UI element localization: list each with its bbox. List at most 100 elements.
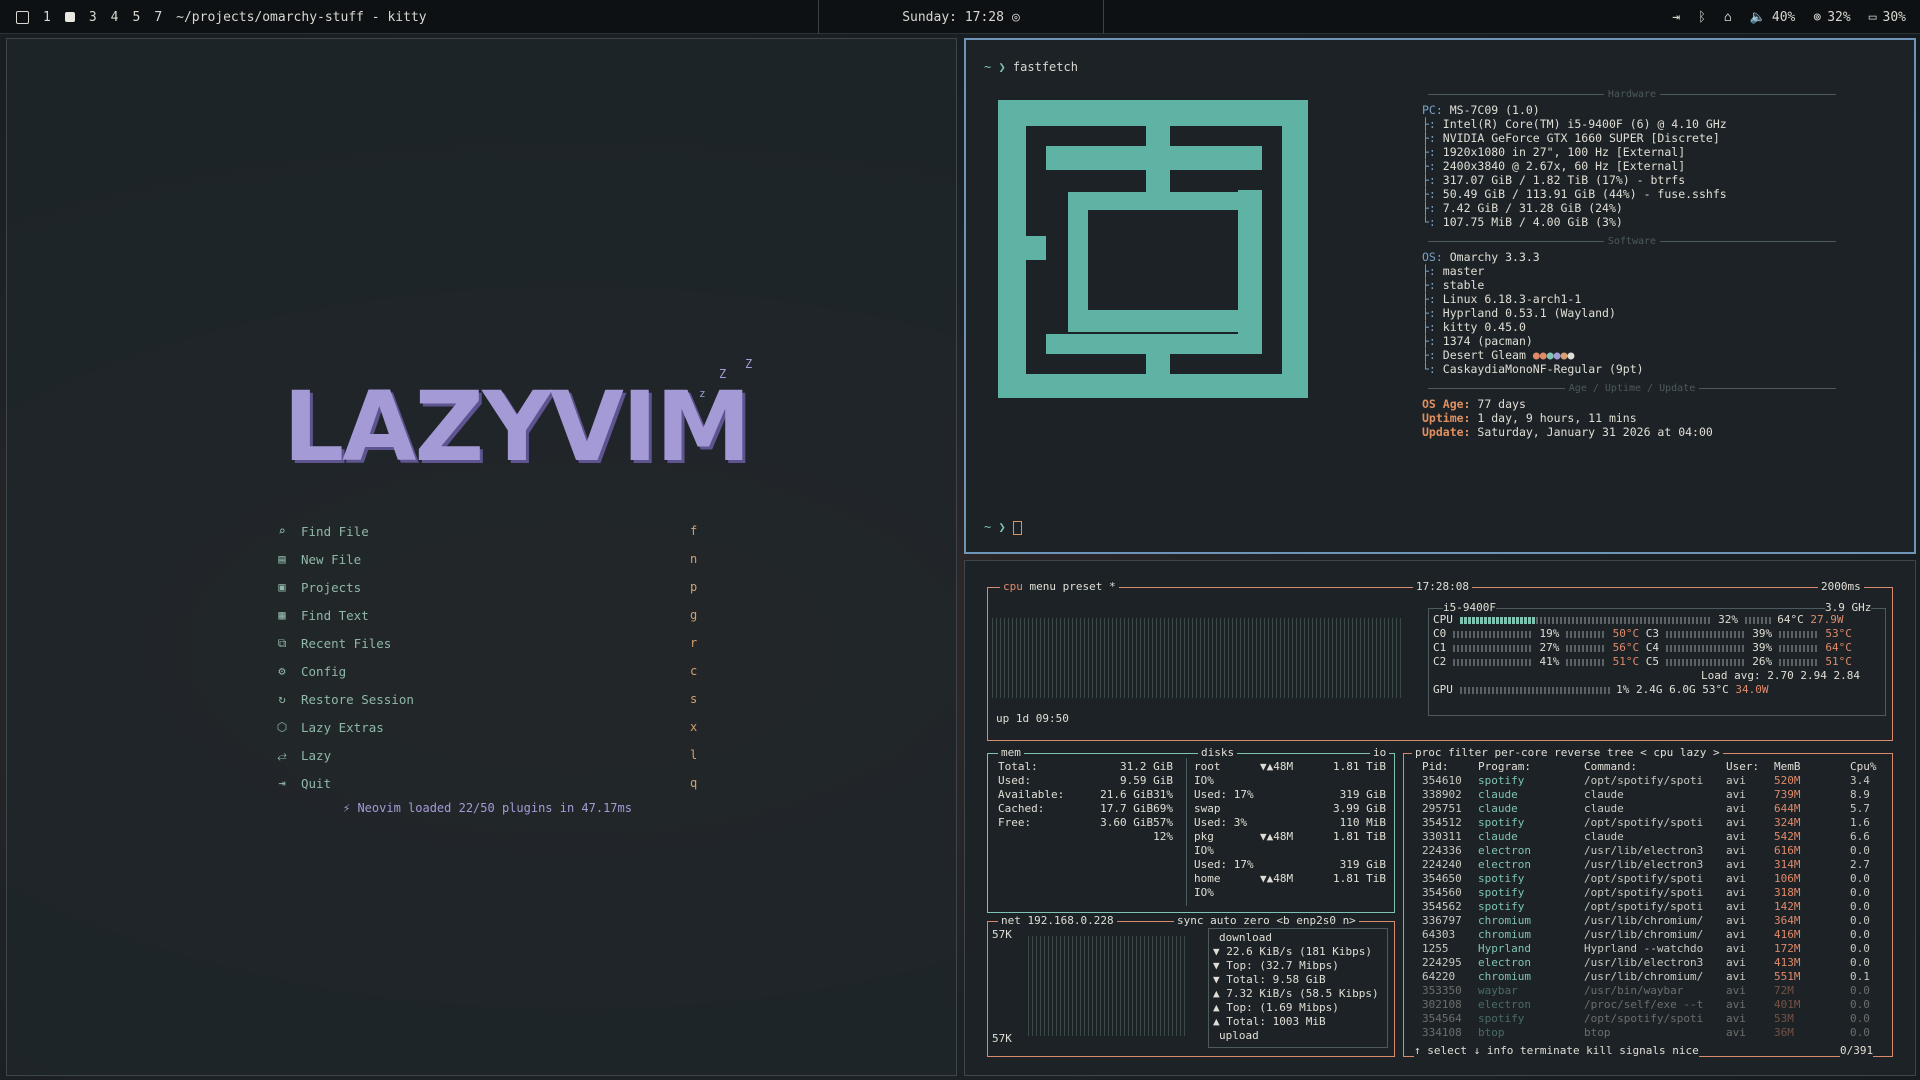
col-user[interactable]: User: (1726, 760, 1759, 774)
gpu-watts: 34.0W (1735, 683, 1769, 696)
workspace-7[interactable]: 7 (154, 10, 162, 25)
menu-key: x (690, 720, 698, 734)
user-cell: avi (1726, 900, 1746, 913)
core-pct: 41% (1539, 655, 1560, 668)
table-row[interactable]: 224295 electron/usr/lib/electron3 avi 413M 0… (1410, 956, 1888, 970)
sw-value: Omarchy 3.3.3 (1449, 250, 1540, 264)
network-icon[interactable]: ⌂ (1724, 10, 1732, 25)
battery[interactable]: ▭ 30% (1869, 10, 1906, 25)
tab-io[interactable]: io (1370, 746, 1390, 760)
bluetooth-icon[interactable]: ᛒ (1698, 10, 1706, 25)
table-row[interactable]: 330311 claude claude avi 542M 6.6 (1410, 830, 1888, 844)
clock[interactable]: Sunday: 17:28 (902, 10, 1004, 25)
menu-lazy[interactable]: ⥄ Lazy l (275, 741, 705, 769)
disk-row: IO% (1194, 886, 1386, 900)
menu-key: l (690, 748, 698, 762)
tab-disks[interactable]: disks (1198, 746, 1238, 760)
tab-menu[interactable]: menu (1030, 580, 1057, 593)
disk-value: 110 MiB (1339, 816, 1386, 829)
disk-value: 319 GiB (1339, 788, 1386, 801)
cpu-cell: 0.0 (1850, 886, 1870, 899)
net-controls[interactable]: sync auto zero <b enp2s0 n> (1174, 914, 1359, 928)
proc-header[interactable]: proc filter per-core reverse tree < cpu … (1412, 746, 1723, 760)
menu-new-file[interactable]: ▤ New File n (275, 545, 705, 573)
lazyvim-logo: LAZYVIM (283, 371, 751, 483)
col-pid[interactable]: Pid: (1422, 760, 1449, 774)
workspace-3[interactable]: 3 (89, 10, 97, 25)
gpu-pct: 1% (1616, 683, 1630, 696)
program-cell: Hyprland (1478, 942, 1531, 955)
table-row[interactable]: 224336 electron/usr/lib/electron3 avi 616M 0… (1410, 844, 1888, 858)
command-cell: /usr/lib/chromium/ (1584, 914, 1704, 927)
cpu-indicator[interactable]: ⊚ 32% (1813, 10, 1850, 25)
logout-icon[interactable]: ⇥ (1672, 10, 1680, 25)
nvim-window[interactable]: LAZYVIM z z Z Z ⌕ Find File f ▤ New File n ▣… (6, 38, 957, 1076)
menu-label: Lazy Extras (301, 719, 384, 735)
update-interval[interactable]: 2000ms (1818, 580, 1864, 594)
cpu-cell: 0.0 (1850, 1026, 1870, 1039)
launcher-icon[interactable] (16, 10, 29, 24)
table-row[interactable]: 64220 chromium/usr/lib/chromium/avi 551M 0.… (1410, 970, 1888, 984)
mem-cell: 53M (1774, 1012, 1794, 1025)
prompt-line-2[interactable]: ~ ❯ (984, 520, 1022, 535)
table-row[interactable]: 295751 claude claude avi 644M 5.7 (1410, 802, 1888, 816)
pid-cell: 354564 (1422, 1012, 1462, 1025)
idle-inhibitor-icon[interactable]: ◎ (1012, 10, 1020, 25)
table-row[interactable]: 353350 waybar/usr/bin/waybar avi 72M 0.0 (1410, 984, 1888, 998)
hw-key: ├: (1422, 201, 1436, 215)
workspace-1[interactable]: 1 (43, 10, 51, 25)
table-row[interactable]: 302108 electron/proc/self/exe --t avi 401M 0… (1410, 998, 1888, 1012)
menu-label: Quit (301, 775, 332, 791)
menu-lazy-extras[interactable]: ⬡ Lazy Extras x (275, 713, 705, 741)
table-row[interactable]: 1255 Hyprland Hyprland --watchdo avi 172M 0.0 (1410, 942, 1888, 956)
tab-preset[interactable]: preset * (1063, 580, 1116, 593)
menu-config[interactable]: ⚙ Config c (275, 657, 705, 685)
text-cursor (1012, 520, 1022, 535)
table-row[interactable]: 354512 spotify/opt/spotify/spoti avi 324M 1.… (1410, 816, 1888, 830)
pid-cell: 224336 (1422, 844, 1462, 857)
mem-cell: 172M (1774, 942, 1801, 955)
disk-key: Used: 3% (1194, 816, 1247, 829)
cpu-cell: 0.0 (1850, 1012, 1870, 1025)
menu-find-file[interactable]: ⌕ Find File f (275, 517, 705, 545)
col-mem[interactable]: MemB (1774, 760, 1801, 774)
menu-key: r (690, 636, 698, 650)
btop-terminal[interactable]: cpu menu preset * 17:28:08 2000ms i5-940… (964, 560, 1916, 1076)
workspace-4[interactable]: 4 (111, 10, 119, 25)
net-ip: 192.168.0.228 (1027, 914, 1114, 927)
user-cell: avi (1726, 914, 1746, 927)
proc-footer[interactable]: ↑ select ↓ info terminate kill signals n… (1414, 1044, 1699, 1058)
menu-find-text[interactable]: ▦ Find Text g (275, 601, 705, 629)
table-row[interactable]: 334108 btop btop avi 36M 0.0 (1410, 1026, 1888, 1040)
table-row[interactable]: 354562 spotify/opt/spotify/spoti avi 142M 0.… (1410, 900, 1888, 914)
menu-projects[interactable]: ▣ Projects p (275, 573, 705, 601)
sw-value: Hyprland 0.53.1 (Wayland) (1442, 306, 1616, 320)
col-command[interactable]: Command: (1584, 760, 1637, 774)
table-row[interactable]: 338902 claude claude avi 739M 8.9 (1410, 788, 1888, 802)
workspace-active[interactable] (64, 12, 75, 22)
fastfetch-terminal[interactable]: ~ ❯ fastfetch Hardware PC: MS-7C09 (1.0)… (964, 38, 1916, 554)
cpu-tabs[interactable]: cpu menu preset * (1000, 580, 1119, 594)
volume[interactable]: 🔈 40% (1750, 10, 1796, 25)
hw-key: ├: (1422, 187, 1436, 201)
table-row[interactable]: 354650 spotify/opt/spotify/spoti avi 106M 0.… (1410, 872, 1888, 886)
table-row[interactable]: 354560 spotify/opt/spotify/spoti avi 318M 0.… (1410, 886, 1888, 900)
tab-mem[interactable]: mem (998, 746, 1024, 760)
core-pct: 27% (1539, 641, 1560, 654)
table-row[interactable]: 354564 spotify/opt/spotify/spoti avi 53M 0.0 (1410, 1012, 1888, 1026)
menu-restore-session[interactable]: ↻ Restore Session s (275, 685, 705, 713)
tab-cpu[interactable]: cpu (1003, 580, 1023, 593)
table-row[interactable]: 354610 spotify/opt/spotify/spoti avi 520M 3.… (1410, 774, 1888, 788)
col-program[interactable]: Program: (1478, 760, 1531, 774)
sw-value: 1374 (pacman) (1442, 334, 1533, 348)
table-row[interactable]: 224240 electron/usr/lib/electron3 avi 314M 2… (1410, 858, 1888, 872)
menu-recent-files[interactable]: ⧉ Recent Files r (275, 629, 705, 657)
menu-quit[interactable]: ⇥ Quit q (275, 769, 705, 797)
net-header[interactable]: net 192.168.0.228 (998, 914, 1117, 928)
workspace-5[interactable]: 5 (132, 10, 140, 25)
col-cpu[interactable]: Cpu% (1850, 760, 1877, 774)
table-row[interactable]: 336797 chromium/usr/lib/chromium/avi 364M 0… (1410, 914, 1888, 928)
core-row: C0 19% 50°C C3 39% 53°C (1433, 627, 1852, 641)
user-cell: avi (1726, 1012, 1746, 1025)
table-row[interactable]: 64303 chromium/usr/lib/chromium/avi 416M 0.… (1410, 928, 1888, 942)
